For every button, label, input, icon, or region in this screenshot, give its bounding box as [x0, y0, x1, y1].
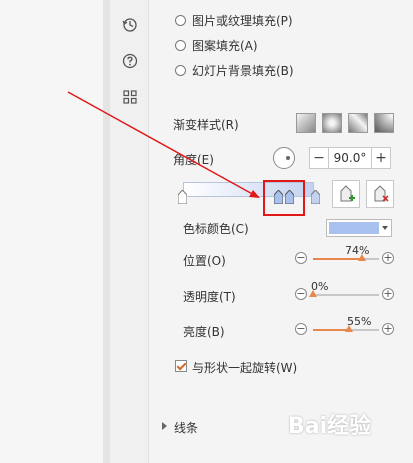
rotate-with-shape-label: 与形状一起旋转(W)	[192, 361, 298, 375]
left-pane	[0, 0, 103, 463]
gradient-rectangle-swatch[interactable]	[348, 113, 368, 133]
position-decrement-button[interactable]: −	[295, 252, 307, 264]
gradient-radial-swatch[interactable]	[322, 113, 342, 133]
transparency-label: 透明度(T)	[183, 290, 236, 304]
angle-dial[interactable]	[273, 147, 295, 169]
position-increment-button[interactable]: +	[382, 252, 394, 264]
radio-picture-fill[interactable]: 图片或纹理填充(P)	[175, 12, 293, 29]
remove-stop-icon	[374, 185, 389, 202]
slider-fill	[313, 258, 362, 260]
grid-icon[interactable]	[121, 88, 139, 106]
slider-fill	[313, 329, 350, 331]
rotate-with-shape-checkbox[interactable]	[175, 360, 187, 372]
line-section-header[interactable]: 线条	[174, 419, 198, 436]
position-value: 74%	[345, 244, 370, 257]
radio-slide-background-fill[interactable]: 幻灯片背景填充(B)	[175, 62, 294, 79]
angle-input[interactable]: 90.0°	[329, 147, 371, 169]
chevron-down-icon	[382, 226, 388, 230]
radio-label: 图案填充(A)	[192, 39, 258, 53]
chevron-right-icon[interactable]	[161, 421, 169, 431]
pane-divider[interactable]	[103, 0, 110, 463]
angle-label: 角度(E)	[173, 153, 214, 167]
radio-button[interactable]	[175, 15, 186, 26]
stop-color-swatch	[329, 222, 379, 234]
angle-decrement-button[interactable]: −	[309, 147, 329, 169]
brightness-decrement-button[interactable]: −	[295, 323, 307, 335]
radio-label: 幻灯片背景填充(B)	[192, 64, 294, 78]
position-slider[interactable]	[313, 254, 379, 261]
stop-color-label: 色标颜色(C)	[183, 222, 249, 236]
radio-button[interactable]	[175, 65, 186, 76]
radio-label: 图片或纹理填充(P)	[192, 14, 293, 28]
brightness-slider[interactable]	[313, 325, 379, 332]
brightness-label: 亮度(B)	[183, 325, 225, 339]
gradient-stop-left[interactable]	[178, 190, 187, 204]
transparency-slider[interactable]	[309, 290, 379, 297]
annotation-highlight-box	[263, 180, 305, 216]
gradient-style-label: 渐变样式(R)	[173, 118, 239, 132]
gradient-stop-right[interactable]	[311, 190, 320, 204]
transparency-increment-button[interactable]: +	[382, 288, 394, 300]
add-stop-icon	[340, 185, 355, 202]
remove-gradient-stop-button[interactable]	[366, 180, 394, 208]
gradient-linear-swatch[interactable]	[296, 113, 316, 133]
watermark: Bai经验	[288, 414, 372, 439]
side-icon-bar	[110, 0, 149, 463]
position-label: 位置(O)	[183, 254, 226, 268]
angle-increment-button[interactable]: +	[371, 147, 391, 169]
transparency-value: 0%	[311, 280, 329, 293]
add-gradient-stop-button[interactable]	[332, 180, 360, 208]
stop-color-picker[interactable]	[326, 219, 392, 237]
help-icon[interactable]	[121, 52, 139, 70]
brightness-increment-button[interactable]: +	[382, 323, 394, 335]
radio-button[interactable]	[175, 40, 186, 51]
radio-pattern-fill[interactable]: 图案填充(A)	[175, 37, 258, 54]
history-icon[interactable]	[121, 16, 139, 34]
gradient-path-swatch[interactable]	[374, 113, 394, 133]
transparency-decrement-button[interactable]: −	[295, 288, 307, 300]
brightness-value: 55%	[347, 315, 372, 328]
